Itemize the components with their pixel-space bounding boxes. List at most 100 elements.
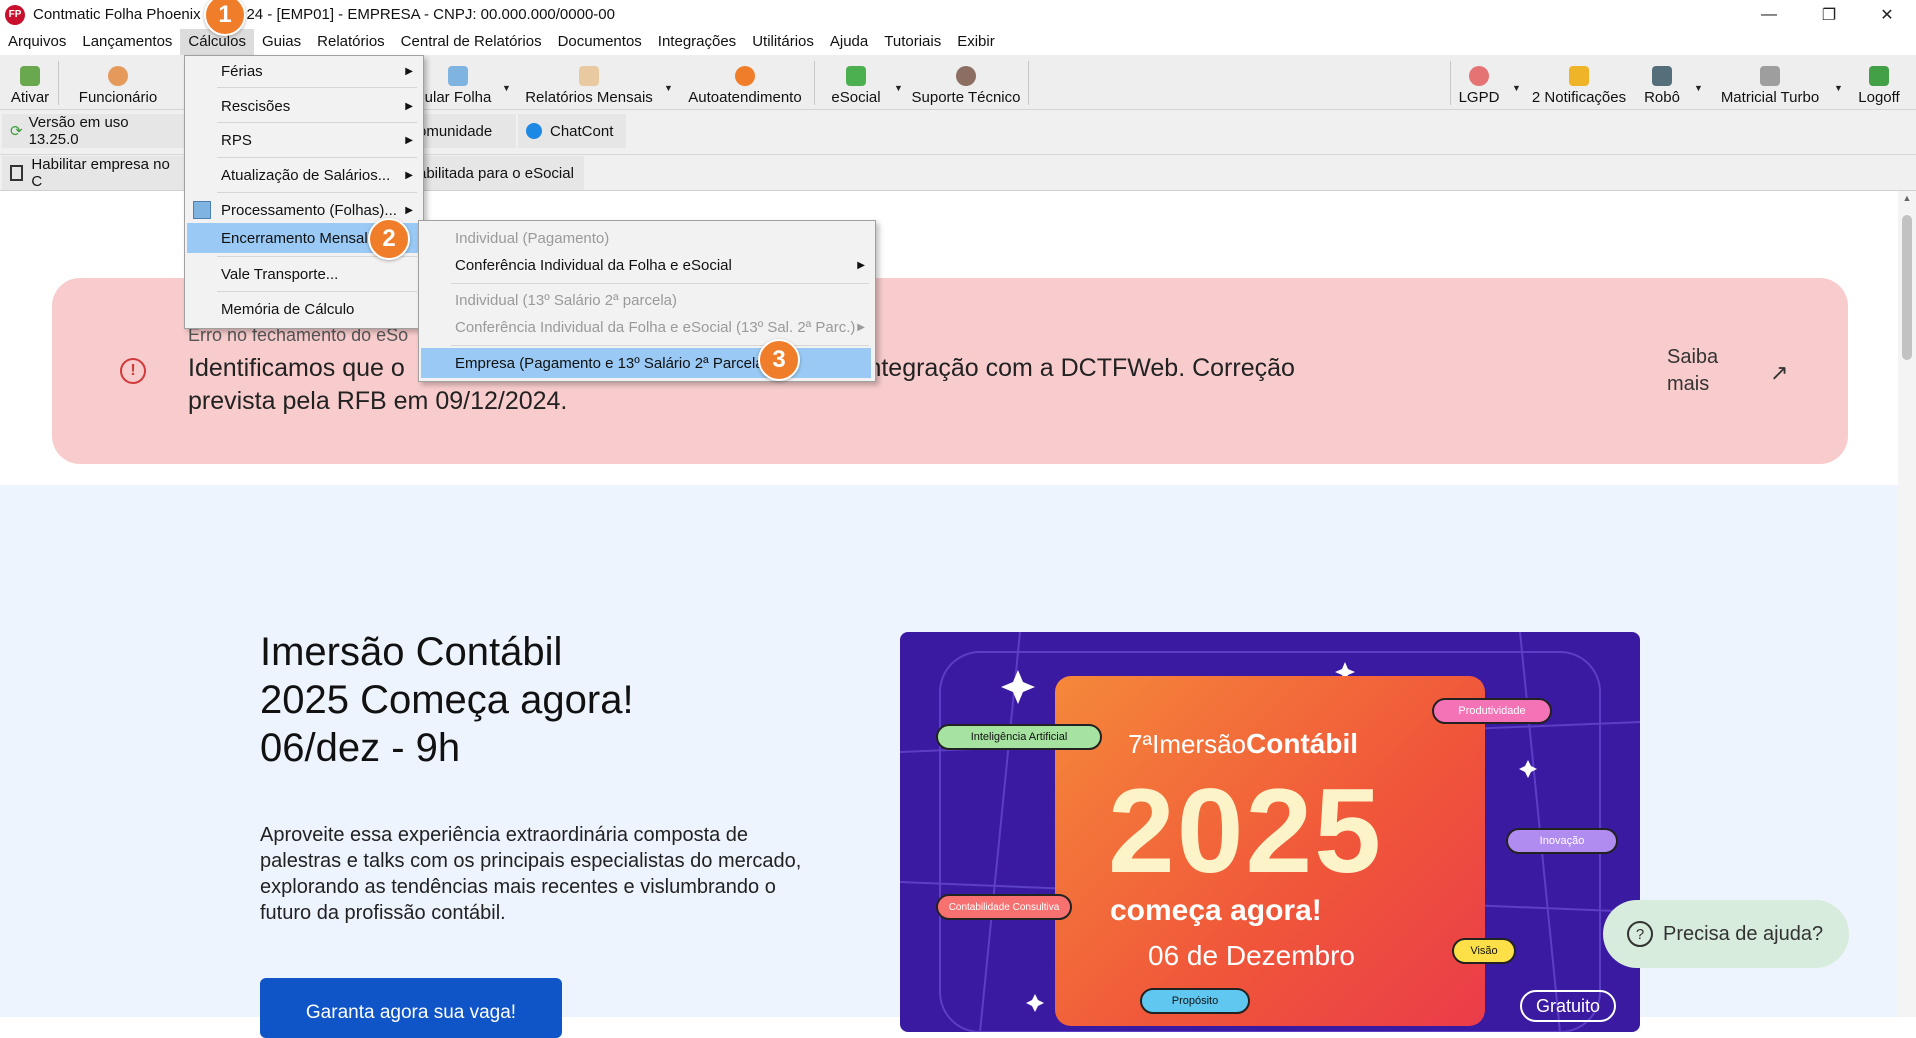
- ativar-icon: [20, 66, 40, 86]
- calcular-folha-button[interactable]: ular Folha: [420, 55, 496, 109]
- lgpd-dropdown-icon[interactable]: ▼: [1512, 83, 1521, 93]
- saiba-mais-link[interactable]: Saiba mais: [1667, 344, 1747, 398]
- menu-item-vale-transporte[interactable]: Vale Transporte...: [185, 259, 423, 289]
- menu-integracoes[interactable]: Integrações: [650, 29, 744, 55]
- scroll-up-icon[interactable]: ▲: [1898, 193, 1916, 203]
- robot-icon: [1652, 66, 1672, 86]
- menu-item-label: Rescisões: [221, 97, 291, 115]
- versao-chip[interactable]: ⟳ Versão em uso 13.25.0: [2, 114, 184, 148]
- printer-icon: [1760, 66, 1780, 86]
- eye-off-icon: [1469, 66, 1489, 86]
- menu-separator: [217, 122, 417, 123]
- menu-item-atualizacao-salarios[interactable]: Atualização de Salários... ▶: [185, 160, 423, 190]
- menu-tutoriais[interactable]: Tutoriais: [876, 29, 949, 55]
- funcionario-label: Funcionário: [78, 89, 158, 106]
- submenu-item-label: Individual (Pagamento): [455, 229, 610, 247]
- submenu-item-label: Empresa (Pagamento e 13º Salário 2ª Parc…: [455, 354, 769, 372]
- relatorios-mensais-button[interactable]: Relatórios Mensais: [524, 55, 654, 109]
- esocial-icon: [846, 66, 866, 86]
- matricial-turbo-button[interactable]: Matricial Turbo: [1716, 55, 1824, 109]
- report-icon: [579, 66, 599, 86]
- menu-separator: [451, 345, 869, 346]
- menu-item-label: Memória de Cálculo: [221, 300, 355, 318]
- funcionario-button[interactable]: Funcionário: [70, 55, 166, 109]
- support-agent-icon: [956, 66, 976, 86]
- logoff-button[interactable]: Logoff: [1852, 55, 1906, 109]
- scrollbar-thumb[interactable]: [1902, 215, 1912, 360]
- menu-separator: [217, 157, 417, 158]
- external-arrow-icon[interactable]: ↗: [1770, 360, 1788, 386]
- menu-item-rps[interactable]: RPS ▶: [185, 125, 423, 155]
- building-icon: [10, 165, 24, 181]
- ativar-button[interactable]: Ativar: [6, 55, 54, 109]
- toolbar-separator: [1450, 61, 1451, 105]
- promo-image[interactable]: 7ªImersãoContábil 2025 começa agora! 06 …: [900, 632, 1640, 1032]
- tag-consultiva: Contabilidade Consultiva: [936, 894, 1072, 920]
- matricial-turbo-label: Matricial Turbo: [1720, 89, 1820, 106]
- menu-relatorios[interactable]: Relatórios: [309, 29, 393, 55]
- chatcont-chip[interactable]: ChatCont: [518, 114, 626, 148]
- question-icon: ?: [1627, 921, 1653, 947]
- menu-ajuda[interactable]: Ajuda: [822, 29, 876, 55]
- menu-item-rescisoes[interactable]: Rescisões ▶: [185, 91, 423, 121]
- calcular-folha-label: ular Folha: [424, 89, 492, 106]
- submenu-arrow-icon: ▶: [405, 169, 413, 181]
- menu-item-ferias[interactable]: Férias ▶: [185, 56, 423, 86]
- habilitada-chip[interactable]: abilitada para o eSocial: [410, 156, 584, 190]
- robo-button[interactable]: Robô: [1640, 55, 1684, 109]
- menu-guias[interactable]: Guias: [254, 29, 309, 55]
- calc-sheet-icon: [448, 66, 468, 86]
- toolbar-separator: [814, 61, 815, 105]
- help-chat-button[interactable]: ? Precisa de ajuda?: [1603, 900, 1849, 968]
- lgpd-button[interactable]: LGPD: [1456, 55, 1502, 109]
- calcular-folha-dropdown-icon[interactable]: ▼: [502, 83, 511, 93]
- autoatendimento-button[interactable]: Autoatendimento: [682, 55, 808, 109]
- menu-documentos[interactable]: Documentos: [550, 29, 650, 55]
- help-circle-icon: [735, 66, 755, 86]
- menu-item-memoria-calculo[interactable]: Memória de Cálculo: [185, 294, 423, 324]
- menu-lancamentos[interactable]: Lançamentos: [74, 29, 180, 55]
- submenu-item-label: Conferência Individual da Folha e eSocia…: [455, 318, 856, 336]
- step-badge-2: 2: [368, 218, 410, 260]
- menu-exibir[interactable]: Exibir: [949, 29, 1003, 55]
- habilitar-empresa-chip[interactable]: Habilitar empresa no C: [2, 156, 184, 190]
- logoff-label: Logoff: [1858, 89, 1900, 106]
- close-button[interactable]: ✕: [1858, 0, 1916, 29]
- submenu-item-conferencia-individual[interactable]: Conferência Individual da Folha e eSocia…: [419, 250, 875, 280]
- relatorios-mensais-dropdown-icon[interactable]: ▼: [664, 83, 673, 93]
- esocial-button[interactable]: eSocial: [826, 55, 886, 109]
- robo-label: Robô: [1644, 89, 1680, 106]
- tag-inovacao: Inovação: [1506, 828, 1618, 854]
- minimize-button[interactable]: —: [1740, 0, 1798, 29]
- submenu-item-empresa[interactable]: Empresa (Pagamento e 13º Salário 2ª Parc…: [421, 348, 871, 378]
- promo-contabil: Contábil: [1246, 728, 1359, 759]
- submenu-arrow-icon: ▶: [405, 100, 413, 112]
- chatcont-label: ChatCont: [550, 122, 614, 140]
- submenu-arrow-icon: ▶: [405, 65, 413, 77]
- alert-body: Identificamos que o nto do eSocial e a in…: [188, 352, 1608, 418]
- submenu-item-label: Conferência Individual da Folha e eSocia…: [455, 256, 732, 274]
- menu-item-label: Férias: [221, 62, 263, 80]
- bell-icon: [1569, 66, 1589, 86]
- restore-button[interactable]: ❐: [1800, 0, 1858, 29]
- toolbar-separator: [58, 61, 59, 105]
- menu-central-relatorios[interactable]: Central de Relatórios: [393, 29, 550, 55]
- submenu-item-individual-pagamento: Individual (Pagamento): [419, 223, 875, 253]
- notificacoes-button[interactable]: 2 Notificações: [1528, 55, 1630, 109]
- ativar-label: Ativar: [10, 89, 50, 106]
- esocial-dropdown-icon[interactable]: ▼: [894, 83, 903, 93]
- suporte-tecnico-button[interactable]: Suporte Técnico: [908, 55, 1024, 109]
- submenu-arrow-icon: ▶: [857, 259, 865, 271]
- tag-ia: Inteligência Artificial: [936, 724, 1102, 750]
- matricial-dropdown-icon[interactable]: ▼: [1834, 83, 1843, 93]
- menu-arquivos[interactable]: Arquivos: [0, 29, 74, 55]
- menu-utilitarios[interactable]: Utilitários: [744, 29, 822, 55]
- garanta-vaga-button[interactable]: Garanta agora sua vaga!: [260, 978, 562, 1038]
- menu-item-label: Encerramento Mensal: [221, 229, 368, 247]
- person-icon: [108, 66, 128, 86]
- robo-dropdown-icon[interactable]: ▼: [1694, 83, 1703, 93]
- promo-heading: 7ªImersãoContábil: [1128, 728, 1358, 760]
- submenu-arrow-icon: ▶: [405, 134, 413, 146]
- toolbar-separator: [1028, 61, 1029, 105]
- comunidade-chip[interactable]: omunidade: [410, 114, 516, 148]
